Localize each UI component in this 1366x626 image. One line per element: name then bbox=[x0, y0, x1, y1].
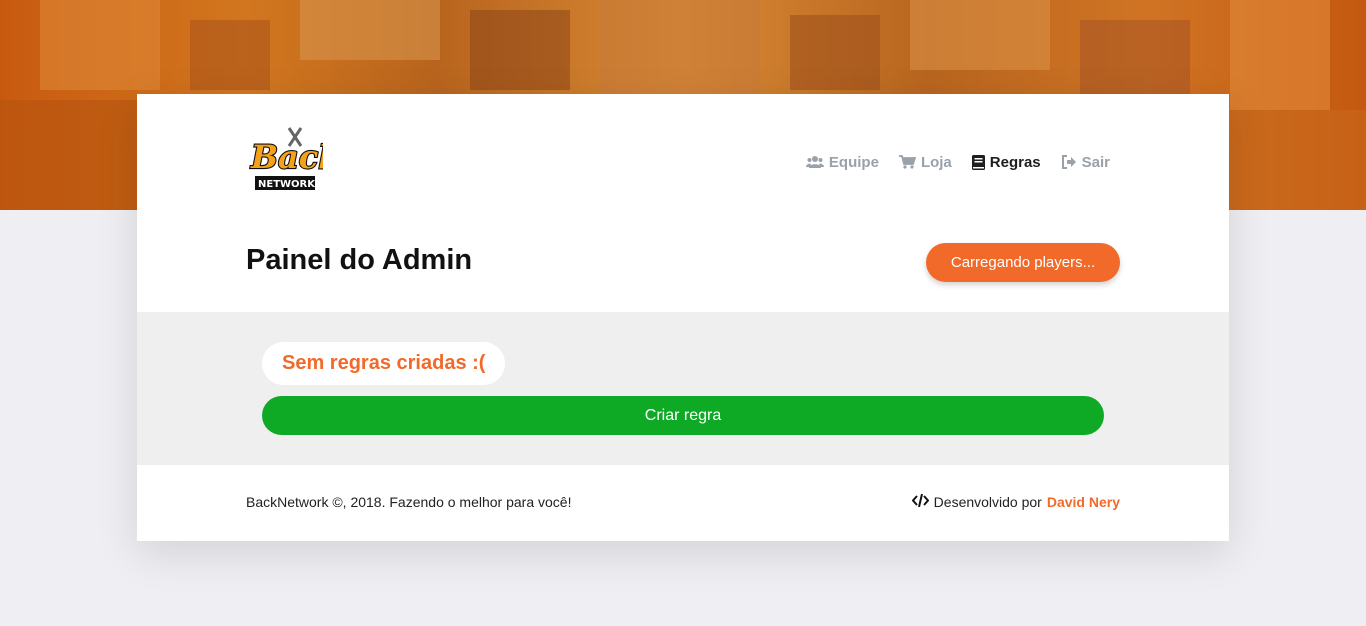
developer-link[interactable]: David Nery bbox=[1047, 494, 1120, 510]
svg-text:Back: Back bbox=[250, 138, 323, 176]
cart-icon bbox=[898, 155, 916, 169]
rules-section: Sem regras criadas :( Criar regra bbox=[137, 312, 1229, 465]
admin-panel-card: Back NETWORK Equipe Loja Regras bbox=[137, 94, 1229, 541]
nav-item-equipe[interactable]: Equipe bbox=[805, 153, 879, 171]
empty-rules-message: Sem regras criadas :( bbox=[262, 342, 506, 385]
footer-credits: Desenvolvido por David Nery bbox=[911, 493, 1120, 510]
sign-out-icon bbox=[1061, 155, 1077, 169]
page-title: Painel do Admin bbox=[246, 244, 473, 276]
nav-item-sair[interactable]: Sair bbox=[1061, 154, 1110, 171]
footer-copyright: BackNetwork ©, 2018. Fazendo o melhor pa… bbox=[246, 494, 572, 510]
back-network-logo[interactable]: Back NETWORK bbox=[249, 124, 342, 196]
create-rule-button[interactable]: Criar regra bbox=[262, 396, 1104, 435]
nav-item-label: Sair bbox=[1081, 153, 1110, 171]
nav-item-regras[interactable]: Regras bbox=[971, 153, 1041, 171]
code-icon bbox=[911, 493, 930, 510]
nav-item-label: Loja bbox=[920, 153, 952, 171]
book-icon bbox=[971, 154, 985, 170]
nav-item-label: Regras bbox=[989, 153, 1041, 171]
nav-item-loja[interactable]: Loja bbox=[898, 153, 952, 171]
users-icon bbox=[805, 155, 824, 169]
main-nav: Equipe Loja Regras Sair bbox=[805, 152, 1110, 172]
load-players-button[interactable]: Carregando players... bbox=[926, 243, 1120, 282]
nav-item-label: Equipe bbox=[828, 153, 879, 171]
developer-prefix: Desenvolvido por bbox=[933, 494, 1042, 510]
svg-text:NETWORK: NETWORK bbox=[258, 179, 316, 190]
